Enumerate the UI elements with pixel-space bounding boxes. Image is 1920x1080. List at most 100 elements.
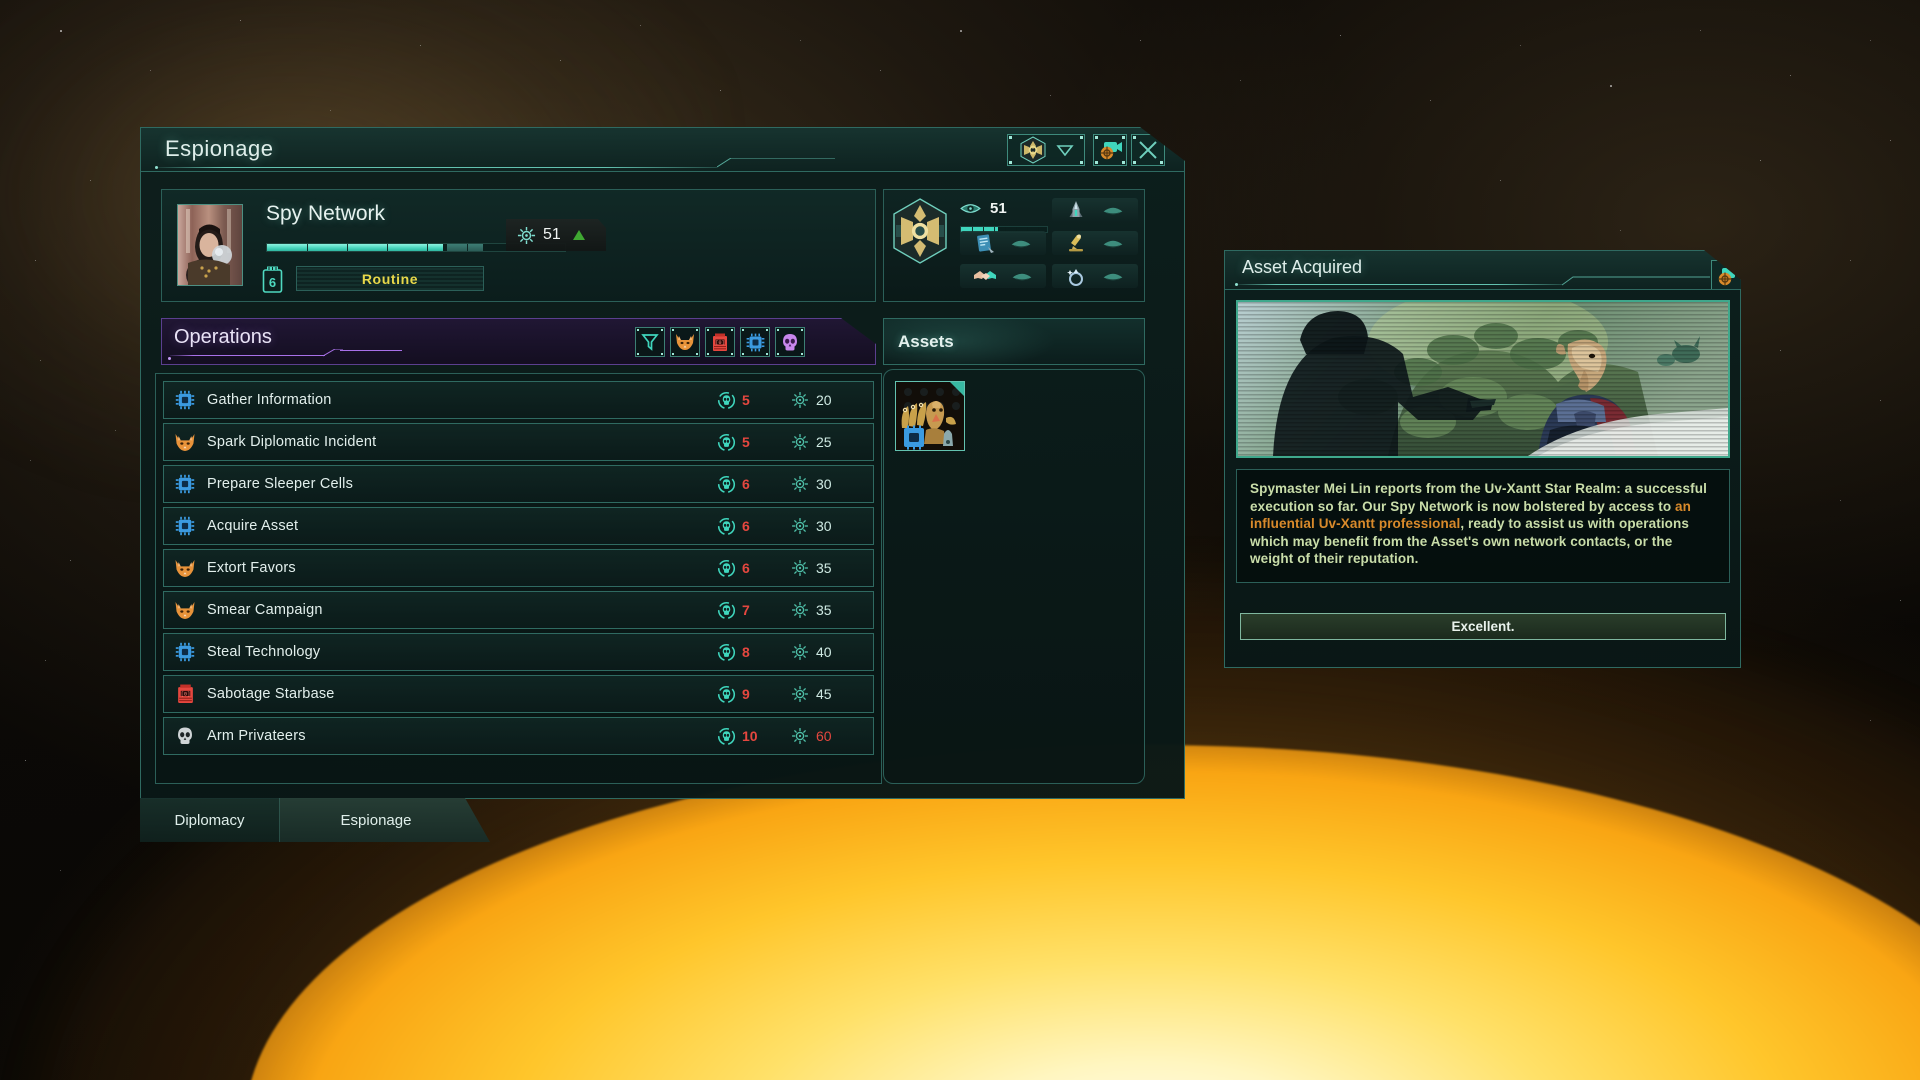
title-underline-diagonal (717, 158, 835, 168)
title-underline-dot (155, 166, 158, 169)
intel-icon (792, 728, 808, 744)
difficulty-value: 10 (742, 728, 758, 744)
star (880, 70, 882, 72)
star (1240, 80, 1241, 81)
operation-row[interactable]: Arm Privateers 10 60 (163, 717, 874, 755)
intel-category-military[interactable] (1052, 198, 1138, 222)
star (30, 460, 31, 461)
dialog-confirm-label: Excellent. (1451, 619, 1515, 634)
star (60, 30, 62, 32)
star (1870, 40, 1871, 41)
operation-difficulty: 6 (717, 475, 791, 494)
operation-name: Arm Privateers (207, 728, 306, 744)
intel-icon (792, 686, 808, 702)
difficulty-icon (717, 475, 736, 493)
empire-emblem-icon[interactable] (890, 197, 950, 265)
operation-row[interactable]: Acquire Asset 6 30 (163, 507, 874, 545)
assets-header: Assets (883, 318, 1145, 365)
status-badge: Routine (361, 270, 419, 287)
star (1520, 45, 1521, 46)
operation-difficulty: 8 (717, 643, 791, 662)
operation-row[interactable]: Smear Campaign 7 35 (163, 591, 874, 629)
difficulty-value: 6 (742, 476, 750, 492)
svg-text:[0]: [0] (180, 692, 189, 698)
intel-category-economy[interactable] (1052, 264, 1138, 288)
assets-list (883, 369, 1145, 784)
svg-text:[0]: [0] (715, 340, 724, 346)
tab-espionage[interactable]: Espionage (280, 798, 490, 842)
intel-category-government[interactable] (960, 231, 1046, 255)
operation-name: Smear Campaign (207, 602, 323, 618)
operation-row[interactable]: [0] Sabotage Starbase 9 45 (163, 675, 874, 713)
star (960, 30, 962, 32)
difficulty-value: 7 (742, 602, 750, 618)
filter-sabotage-button[interactable]: [0] (705, 327, 735, 357)
operation-row[interactable]: Spark Diplomatic Incident 5 25 (163, 423, 874, 461)
operation-name: Prepare Sleeper Cells (207, 476, 354, 492)
operation-difficulty: 9 (717, 685, 791, 704)
title-underline (157, 167, 717, 168)
operation-row[interactable]: Extort Favors 6 35 (163, 549, 874, 587)
operation-name: Acquire Asset (207, 518, 299, 534)
eye-closed-icon (1011, 240, 1031, 247)
operation-row[interactable]: Steal Technology 8 40 (163, 633, 874, 671)
cost-value: 20 (816, 392, 832, 408)
star (330, 110, 331, 111)
operation-cost: 30 (791, 517, 873, 535)
operation-cost: 45 (791, 685, 873, 703)
filter-crisis-button[interactable] (775, 327, 805, 357)
filter-diplomatic-button[interactable] (670, 327, 700, 357)
intel-icon (792, 644, 808, 660)
cost-value: 30 (816, 518, 832, 534)
operation-type-icon (174, 431, 196, 453)
dialog-title-underline (1237, 284, 1562, 285)
intel-icon (792, 392, 808, 408)
chevron-down-icon[interactable] (1056, 144, 1074, 156)
operation-difficulty: 7 (717, 601, 791, 620)
star (25, 760, 27, 762)
operation-row[interactable]: Gather Information 5 20 (163, 381, 874, 419)
fox-icon (175, 433, 195, 451)
star (1340, 35, 1342, 37)
tab-diplomacy[interactable]: Diplomacy (140, 798, 280, 842)
fox-icon (175, 559, 195, 577)
operations-underline-diagonal (323, 349, 343, 357)
intel-icon (792, 560, 808, 576)
intel-category-technology[interactable] (1052, 231, 1138, 255)
cost-value: 35 (816, 602, 832, 618)
locate-button[interactable] (1093, 134, 1127, 166)
cost-value: 25 (816, 434, 832, 450)
asset-item[interactable] (895, 381, 965, 451)
operation-name: Gather Information (207, 392, 332, 408)
camera-locate-icon (1718, 268, 1740, 286)
asset-acquired-dialog: Asset Acquired Spymaster Mei Lin reports… (1224, 250, 1741, 668)
intel-panel: 51 (883, 189, 1145, 302)
filter-technology-button[interactable] (740, 327, 770, 357)
operation-cost: 35 (791, 601, 873, 619)
star (1850, 260, 1852, 262)
star (1500, 180, 1502, 182)
dialog-text-box: Spymaster Mei Lin reports from the Uv-Xa… (1236, 469, 1730, 583)
intel-category-diplomacy[interactable] (960, 264, 1046, 288)
star (1840, 500, 1841, 501)
cost-value: 45 (816, 686, 832, 702)
operation-row[interactable]: Prepare Sleeper Cells 6 30 (163, 465, 874, 503)
chip-icon (175, 516, 195, 536)
filter-funnel-button[interactable] (635, 327, 665, 357)
difficulty-icon (717, 517, 736, 535)
star (1760, 160, 1762, 162)
empire-selector-button[interactable] (1007, 134, 1085, 166)
eye-closed-icon (1103, 207, 1123, 214)
spy-network-card[interactable]: Spy Network 6 Routine 51 (161, 189, 876, 302)
network-level-icon: 6 (262, 266, 283, 293)
dialog-body: Spymaster Mei Lin reports from the Uv-Xa… (1224, 289, 1741, 668)
operation-type-icon (174, 641, 196, 663)
espionage-window: Espionage Spy Network 6 Routine 51 Opera… (140, 127, 1185, 799)
dialog-locate-button[interactable] (1711, 260, 1741, 290)
progress-fill-secondary (447, 244, 483, 251)
operation-cost: 35 (791, 559, 873, 577)
close-button[interactable] (1131, 134, 1165, 166)
dialog-confirm-button[interactable]: Excellent. (1240, 613, 1726, 640)
operation-name: Spark Diplomatic Incident (207, 434, 377, 450)
operation-cost: 20 (791, 391, 873, 409)
